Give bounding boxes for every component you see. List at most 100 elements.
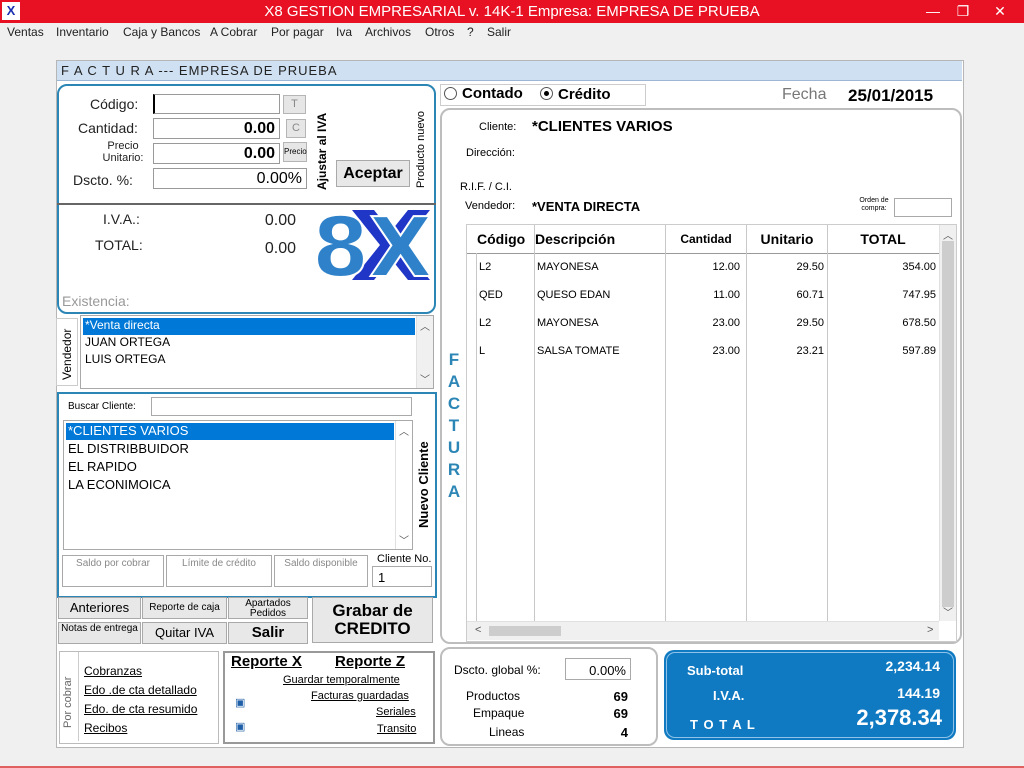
cell-unitario: 60.71 — [796, 289, 824, 301]
reporte-x-link[interactable]: Reporte X — [231, 653, 302, 670]
scroll-right-icon[interactable]: > — [927, 624, 933, 636]
menu-ventas[interactable]: Ventas — [7, 25, 44, 39]
scroll-up-icon[interactable]: ︿ — [396, 423, 412, 438]
grabar-credito-button[interactable]: Grabar de CREDITO — [312, 597, 433, 643]
menu-iva[interactable]: Iva — [336, 25, 352, 39]
edo-cta-detallado-link[interactable]: Edo .de cta detallado — [84, 683, 197, 697]
vendedor-inv-label: Vendedor: — [465, 200, 516, 212]
cliente-item[interactable]: LA ECONIMOICA — [66, 477, 171, 494]
menu-otros[interactable]: Otros — [425, 25, 454, 39]
ajustar-iva-toggle[interactable]: Ajustar al IVA — [315, 113, 329, 190]
table-row[interactable]: L2 MAYONESA 12.00 29.50 354.00 — [467, 261, 939, 279]
cell-total: 678.50 — [902, 317, 936, 329]
col-unitario[interactable]: Unitario — [747, 225, 828, 253]
dscto-label: Dscto. %: — [73, 172, 133, 188]
transito-link[interactable]: Transito — [377, 723, 416, 735]
cell-desc: SALSA TOMATE — [537, 345, 620, 357]
dscto-input[interactable]: 0.00% — [153, 168, 307, 189]
notas-entrega-button[interactable]: Notas de entrega — [58, 622, 141, 644]
reporte-z-link[interactable]: Reporte Z — [335, 653, 405, 670]
menu-a-cobrar[interactable]: A Cobrar — [210, 25, 257, 39]
col-codigo[interactable]: Código — [477, 225, 535, 253]
menu-help[interactable]: ? — [467, 25, 474, 39]
vendedor-scrollbar[interactable]: ︿ ﹀ — [416, 316, 433, 388]
col-total[interactable]: TOTAL — [828, 225, 938, 253]
cell-cantidad: 12.00 — [712, 261, 740, 273]
recibos-link[interactable]: Recibos — [84, 721, 127, 735]
grid-hscrollbar[interactable]: < > — [467, 621, 939, 640]
guardar-temporalmente-link[interactable]: Guardar temporalmente — [283, 674, 400, 686]
scroll-down-icon[interactable]: ﹀ — [396, 532, 412, 547]
scroll-up-icon[interactable]: ︿ — [417, 318, 433, 333]
menu-por-pagar[interactable]: Por pagar — [271, 25, 324, 39]
facturas-guardadas-link[interactable]: Facturas guardadas — [311, 690, 409, 702]
precio-input[interactable]: 0.00 — [153, 143, 280, 164]
scroll-up-icon[interactable]: ︿ — [940, 227, 956, 242]
lineas-value: 4 — [620, 725, 628, 740]
codigo-input[interactable] — [153, 94, 280, 114]
seriales-link[interactable]: Seriales — [376, 706, 416, 718]
cell-total: 597.89 — [902, 345, 936, 357]
cell-cantidad: 23.00 — [712, 317, 740, 329]
t-button[interactable]: T — [283, 95, 306, 114]
anteriores-button[interactable]: Anteriores — [58, 597, 141, 619]
computer-icon[interactable]: ▣ — [235, 696, 245, 709]
scroll-left-icon[interactable]: < — [475, 624, 481, 636]
total-label: TOTAL: — [95, 237, 143, 253]
cliente-scrollbar[interactable]: ︿ ﹀ — [395, 421, 412, 549]
grid-vscrollbar[interactable]: ︿ ﹀ — [939, 225, 956, 621]
cobranzas-link[interactable]: Cobranzas — [84, 664, 142, 678]
rif-label: R.I.F. / C.I. — [460, 181, 512, 193]
close-button[interactable]: ✕ — [980, 0, 1020, 23]
col-cantidad[interactable]: Cantidad — [666, 225, 747, 253]
vendedor-item[interactable]: LUIS ORTEGA — [83, 352, 165, 369]
contado-label[interactable]: Contado — [462, 85, 523, 102]
cliente-list[interactable]: *CLIENTES VARIOS EL DISTRIBBUIDOR EL RAP… — [63, 420, 413, 550]
vendedor-item[interactable]: *Venta directa — [83, 318, 415, 335]
vendedor-list[interactable]: *Venta directa JUAN ORTEGA LUIS ORTEGA ︿… — [80, 315, 434, 389]
total-value: 0.00 — [264, 240, 296, 257]
menu-inventario[interactable]: Inventario — [56, 25, 109, 39]
table-row[interactable]: QED QUESO EDAN 11.00 60.71 747.95 — [467, 289, 939, 307]
credito-radio[interactable] — [540, 87, 553, 100]
table-row[interactable]: L SALSA TOMATE 23.00 23.21 597.89 — [467, 345, 939, 363]
dscto-global-input[interactable]: 0.00% — [565, 658, 631, 680]
codigo-label: Código: — [90, 96, 139, 112]
col-descripcion[interactable]: Descripción — [535, 225, 666, 253]
credito-label[interactable]: Crédito — [558, 86, 611, 103]
scroll-down-icon[interactable]: ﹀ — [417, 371, 433, 386]
apartados-pedidos-button[interactable]: Apartados Pedidos — [228, 597, 308, 619]
scroll-thumb[interactable] — [942, 241, 954, 607]
items-grid[interactable]: Código Descripción Cantidad Unitario TOT… — [466, 224, 957, 642]
cliente-item[interactable]: EL DISTRIBBUIDOR — [66, 441, 189, 458]
menu-caja-bancos[interactable]: Caja y Bancos — [123, 25, 200, 39]
scroll-down-icon[interactable]: ﹀ — [940, 604, 956, 619]
minimize-button[interactable]: — — [918, 0, 948, 23]
salir-button[interactable]: Salir — [228, 622, 308, 644]
cliente-item[interactable]: *CLIENTES VARIOS — [66, 423, 394, 440]
quitar-iva-button[interactable]: Quitar IVA — [142, 622, 227, 644]
edo-cta-resumido-link[interactable]: Edo. de cta resumido — [84, 702, 197, 716]
buscar-cliente-input[interactable] — [151, 397, 412, 416]
empaque-label: Empaque — [473, 706, 525, 720]
table-row[interactable]: L2 MAYONESA 23.00 29.50 678.50 — [467, 317, 939, 335]
restore-button[interactable]: ❐ — [948, 0, 978, 23]
scroll-thumb[interactable] — [489, 626, 561, 636]
cliente-item[interactable]: EL RAPIDO — [66, 459, 137, 476]
fecha-value[interactable]: 25/01/2015 — [848, 86, 933, 106]
orden-compra-input[interactable] — [894, 198, 952, 217]
cantidad-input[interactable]: 0.00 — [153, 118, 280, 139]
cliente-no-input[interactable]: 1 — [372, 566, 432, 587]
vendedor-item[interactable]: JUAN ORTEGA — [83, 335, 170, 352]
aceptar-button[interactable]: Aceptar — [336, 160, 410, 187]
c-button[interactable]: C — [286, 119, 306, 138]
menu-salir[interactable]: Salir — [487, 25, 511, 39]
computer-icon[interactable]: ▣ — [235, 720, 245, 733]
menu-archivos[interactable]: Archivos — [365, 25, 411, 39]
precio-button[interactable]: Precio — [283, 142, 307, 162]
nuevo-cliente-link[interactable]: Nuevo Cliente — [416, 441, 431, 528]
contado-radio[interactable] — [444, 87, 457, 100]
reporte-caja-button[interactable]: Reporte de caja — [142, 597, 227, 619]
grid-line — [476, 253, 477, 623]
producto-nuevo-link[interactable]: Producto nuevo — [415, 111, 427, 188]
